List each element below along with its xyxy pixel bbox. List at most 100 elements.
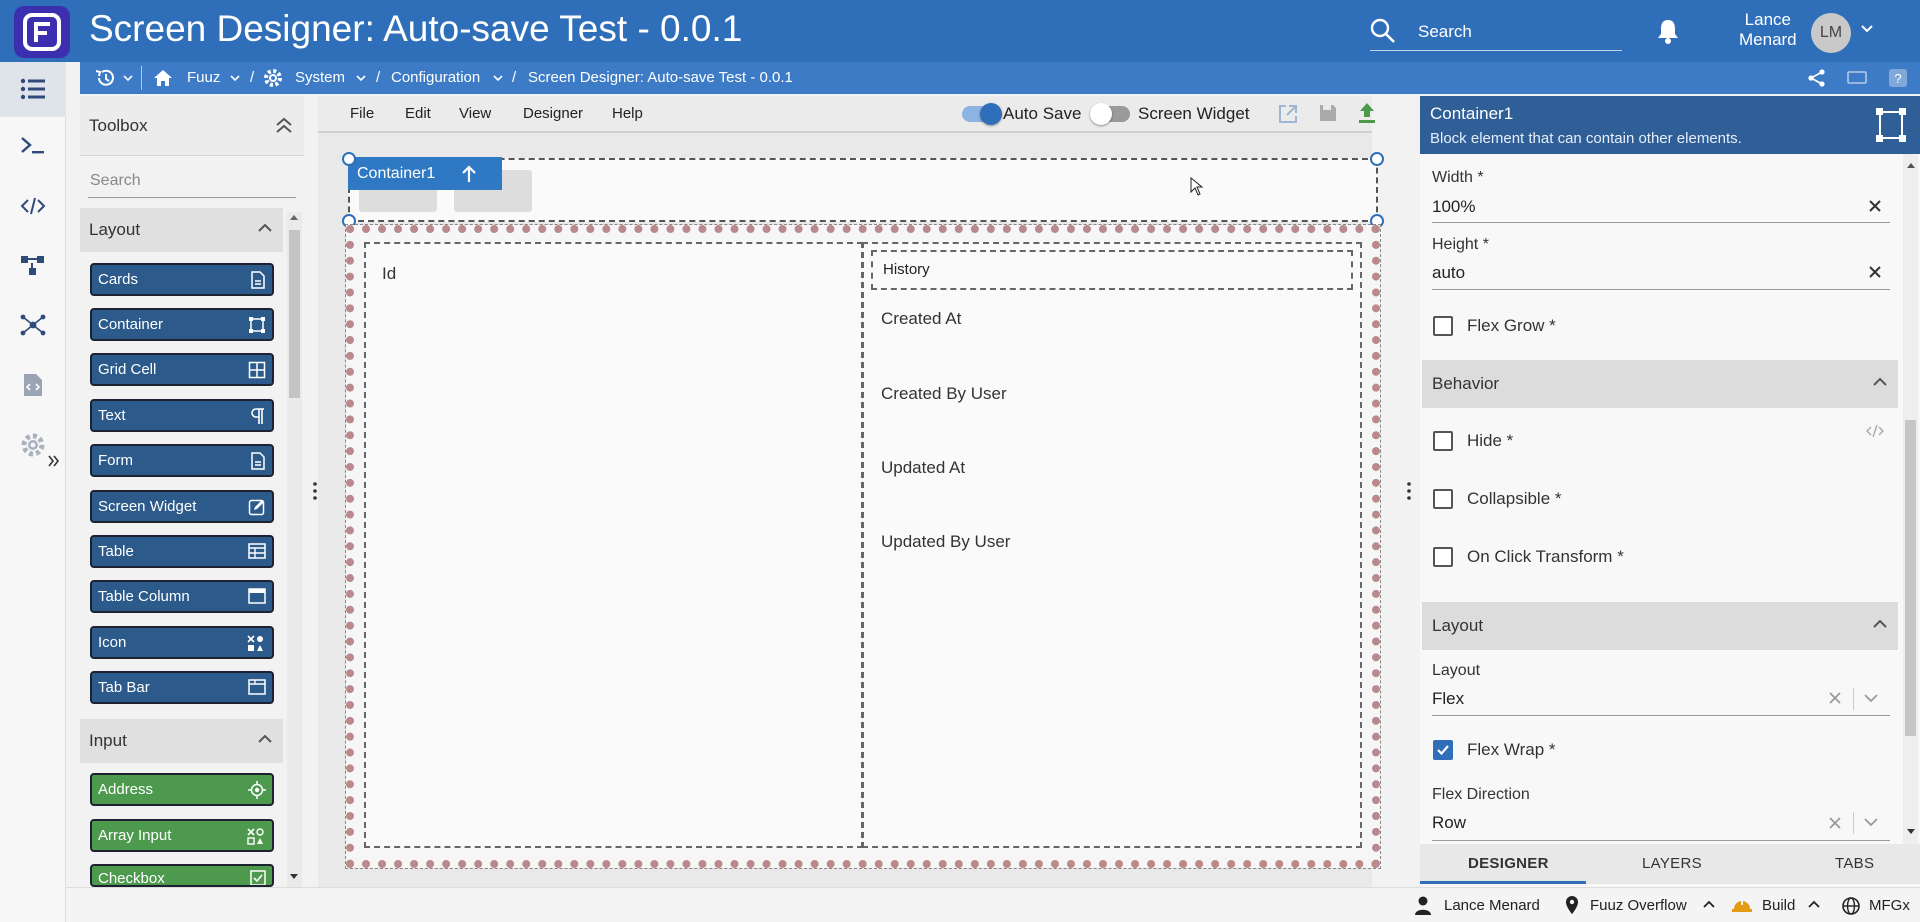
tool-address[interactable]: Address <box>90 773 274 806</box>
field-updated-by-user[interactable]: Updated By User <box>881 532 1010 552</box>
tool-tab-bar[interactable]: Tab Bar <box>90 671 274 704</box>
collapse-toolbox-icon[interactable] <box>275 116 293 134</box>
crumb-configuration[interactable]: Configuration <box>391 69 480 86</box>
field-created-by-user[interactable]: Created By User <box>881 384 1007 404</box>
terminal-icon[interactable] <box>20 136 46 156</box>
section-input-header[interactable]: Input <box>80 719 283 763</box>
tab-tabs[interactable]: TABS <box>1835 855 1874 872</box>
chevron-down-icon[interactable] <box>1860 24 1874 34</box>
scroll-down-icon[interactable] <box>1906 828 1916 835</box>
clear-icon[interactable] <box>1829 692 1841 704</box>
flow-icon[interactable] <box>20 254 46 276</box>
tool-grid-cell[interactable]: Grid Cell <box>90 353 274 386</box>
menu-edit[interactable]: Edit <box>405 105 431 122</box>
app-logo[interactable] <box>14 6 70 58</box>
crumb-fuuz[interactable]: Fuuz <box>187 69 220 86</box>
code-icon[interactable] <box>1865 424 1885 438</box>
tool-table[interactable]: Table <box>90 535 274 568</box>
help-icon[interactable]: ? <box>1889 69 1907 87</box>
tool-icon[interactable]: Icon <box>90 626 274 659</box>
width-input[interactable]: 100% <box>1432 197 1475 217</box>
section-behavior-header[interactable]: Behavior <box>1422 360 1898 408</box>
clear-icon[interactable] <box>1868 199 1882 213</box>
tool-array-input[interactable]: Array Input <box>90 819 274 852</box>
toolbox-search-field[interactable] <box>88 164 296 198</box>
history-text[interactable]: History <box>871 250 1353 290</box>
field-updated-at[interactable]: Updated At <box>881 458 965 478</box>
chevron-up-icon[interactable] <box>1808 900 1820 908</box>
chevron-down-icon[interactable] <box>356 75 366 82</box>
layout-select[interactable]: Flex <box>1432 689 1464 709</box>
arrow-up-icon[interactable] <box>460 164 478 184</box>
global-search[interactable]: Search <box>1370 14 1622 51</box>
save-icon[interactable] <box>1318 103 1338 123</box>
publish-upload-icon[interactable] <box>1356 101 1378 125</box>
tab-layers[interactable]: LAYERS <box>1642 855 1702 872</box>
scroll-up-icon[interactable] <box>1906 162 1916 169</box>
resize-handle[interactable] <box>342 152 356 166</box>
tool-table-column[interactable]: Table Column <box>90 580 274 613</box>
menu-designer[interactable]: Designer <box>523 105 583 122</box>
scroll-down-icon[interactable] <box>289 873 299 880</box>
clear-icon[interactable] <box>1829 817 1841 829</box>
tool-checkbox[interactable]: Checkbox <box>90 864 274 887</box>
home-icon[interactable] <box>152 68 174 88</box>
selected-element-tag[interactable]: Container1 <box>348 157 502 190</box>
avatar[interactable]: LM <box>1811 13 1851 53</box>
chevron-down-icon[interactable] <box>1864 818 1878 827</box>
notification-bell-icon[interactable] <box>1656 18 1680 44</box>
crumb-system[interactable]: System <box>295 69 345 86</box>
status-tenant[interactable]: MFGx <box>1869 897 1910 914</box>
tab-designer[interactable]: DESIGNER <box>1468 855 1549 872</box>
field-created-at[interactable]: Created At <box>881 309 961 329</box>
flex-direction-select[interactable]: Row <box>1432 813 1466 833</box>
file-code-icon[interactable] <box>22 372 44 398</box>
flex-wrap-checkbox[interactable] <box>1433 740 1453 760</box>
left-splitter-handle[interactable] <box>313 481 317 501</box>
history-icon[interactable] <box>94 68 116 88</box>
collapsible-checkbox[interactable] <box>1433 489 1453 509</box>
right-column[interactable]: Created At Created By User Updated At Up… <box>862 242 1362 848</box>
field-id[interactable]: Id <box>382 264 396 284</box>
tool-cards[interactable]: Cards <box>90 263 274 296</box>
status-user[interactable]: Lance Menard <box>1444 897 1540 914</box>
resize-handle[interactable] <box>1370 152 1384 166</box>
chevron-down-icon[interactable] <box>1864 694 1878 703</box>
right-splitter-handle[interactable] <box>1407 481 1411 501</box>
list-icon[interactable] <box>20 78 46 100</box>
share-icon[interactable] <box>1808 69 1826 87</box>
code-icon[interactable] <box>20 196 46 216</box>
auto-save-toggle[interactable] <box>962 103 1002 125</box>
hide-checkbox[interactable] <box>1433 431 1453 451</box>
chevron-up-icon[interactable] <box>1703 900 1715 908</box>
expand-rail-icon[interactable] <box>48 454 60 468</box>
clear-icon[interactable] <box>1868 265 1882 279</box>
chevron-down-icon[interactable] <box>123 75 133 82</box>
menu-view[interactable]: View <box>459 105 491 122</box>
open-external-icon[interactable] <box>1277 103 1299 125</box>
left-column[interactable]: Id <box>364 242 863 848</box>
status-mode[interactable]: Build <box>1762 897 1795 914</box>
tool-form[interactable]: Form <box>90 444 274 477</box>
device-icon[interactable] <box>1847 69 1867 87</box>
chevron-down-icon[interactable] <box>230 75 240 82</box>
scroll-up-icon[interactable] <box>289 214 299 221</box>
menu-help[interactable]: Help <box>612 105 643 122</box>
network-icon[interactable] <box>20 314 46 336</box>
gear-icon[interactable] <box>20 432 46 458</box>
status-location[interactable]: Fuuz Overflow <box>1590 897 1687 914</box>
toolbox-search-input[interactable] <box>88 164 296 197</box>
user-name[interactable]: Lance Menard <box>1739 10 1797 50</box>
tool-container[interactable]: Container <box>90 308 274 341</box>
section-layout-header[interactable]: Layout <box>1422 602 1898 650</box>
flex-grow-checkbox[interactable] <box>1433 316 1453 336</box>
properties-scroll-thumb[interactable] <box>1905 420 1916 736</box>
screen-widget-toggle[interactable] <box>1090 103 1130 125</box>
height-input[interactable]: auto <box>1432 263 1465 283</box>
chevron-down-icon[interactable] <box>493 75 503 82</box>
menu-file[interactable]: File <box>350 105 374 122</box>
section-layout-header[interactable]: Layout <box>80 208 283 252</box>
on-click-transform-checkbox[interactable] <box>1433 547 1453 567</box>
tool-screen-widget[interactable]: Screen Widget <box>90 490 274 523</box>
tool-text[interactable]: Text <box>90 399 274 432</box>
